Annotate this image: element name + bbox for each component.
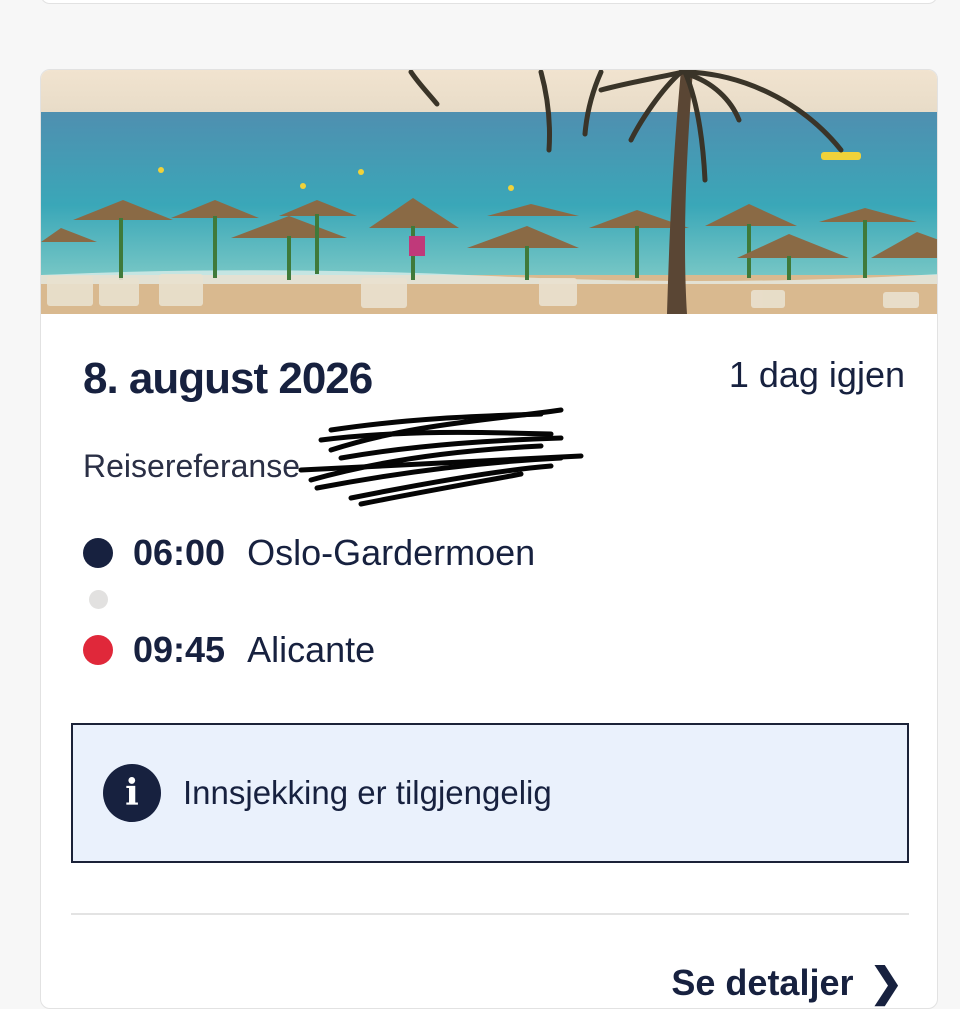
destination-beach-image [41, 70, 937, 314]
departure-leg: 06:00 Oslo-Gardermoen [83, 528, 535, 578]
divider [71, 913, 909, 915]
see-details-label: Se detaljer [671, 962, 854, 1003]
arrival-dot [83, 635, 113, 665]
info-icon: i [103, 764, 161, 822]
chevron-right-icon: ❯ [869, 961, 903, 1005]
see-details-link[interactable]: Se detaljer ❯ [671, 960, 903, 1006]
arrival-time: 09:45 [133, 629, 226, 670]
departure-airport: Oslo-Gardermoen [247, 532, 536, 573]
route-connector-dot [89, 590, 108, 609]
previous-card-edge [40, 0, 938, 4]
check-in-notice-text: Innsjekking er tilgjengelig [183, 774, 552, 811]
trip-date: 8. august 2026 [83, 354, 373, 403]
departure-time: 06:00 [133, 532, 226, 573]
check-in-notice[interactable]: i Innsjekking er tilgjengelig [71, 723, 909, 863]
arrival-leg: 09:45 Alicante [83, 625, 375, 675]
redaction-scribble [298, 407, 584, 507]
arrival-airport: Alicante [247, 629, 376, 670]
days-remaining: 1 dag igjen [728, 354, 905, 395]
departure-dot [83, 538, 113, 568]
trip-card[interactable]: 8. august 2026 1 dag igjen Reisereferans… [40, 69, 938, 1009]
